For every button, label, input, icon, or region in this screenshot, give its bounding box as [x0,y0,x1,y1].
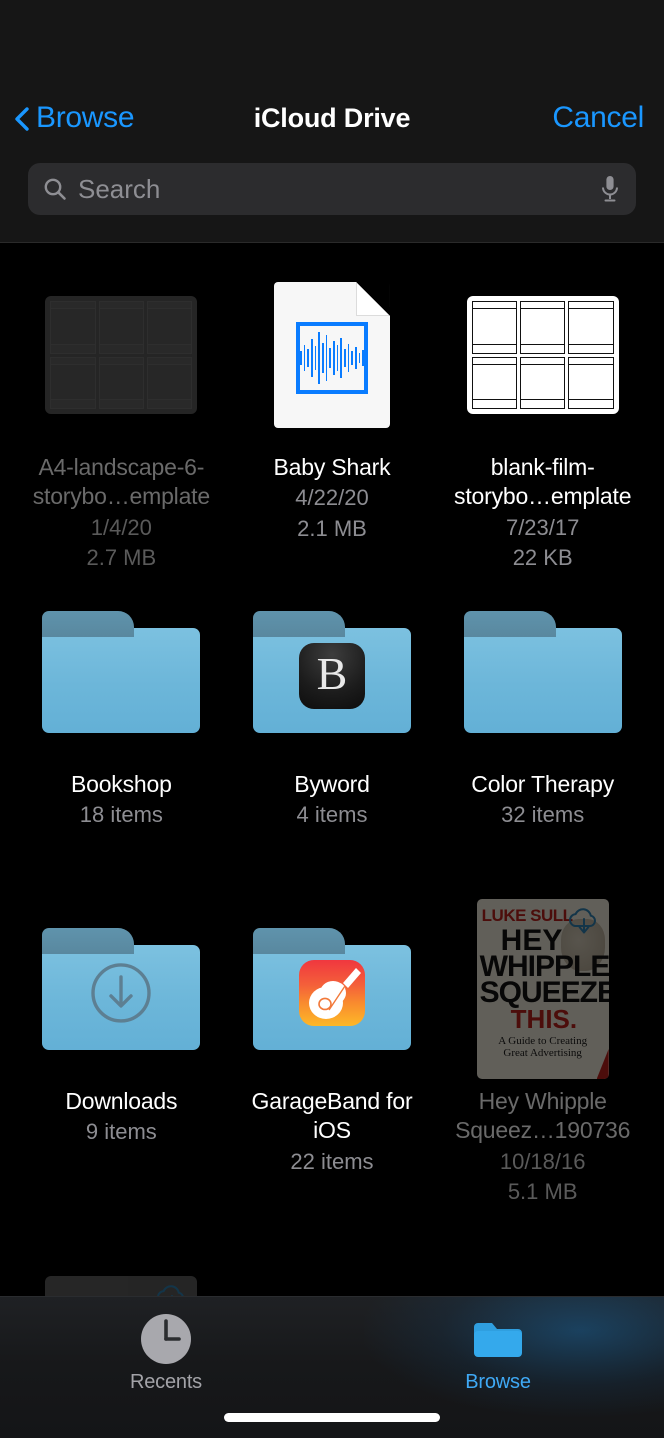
item-count: 18 items [79,802,163,828]
navigation-header: Browse iCloud Drive Cancel [0,0,664,243]
cancel-button[interactable]: Cancel [552,92,644,144]
item-name: Color Therapy [471,771,615,797]
item-name: blank-film-storybo…emplate [454,454,632,510]
grid-item-byword[interactable]: B Byword 4 items [227,578,438,895]
item-size: 22 KB [512,545,573,571]
grid-item-partial-3[interactable] [437,1212,648,1296]
icloud-download-icon [565,905,603,935]
files-app-screen: Browse iCloud Drive Cancel Search A4-lan… [0,0,664,1438]
grid-item-color-therapy[interactable]: Color Therapy 32 items [437,578,648,895]
item-date: 4/22/20 [295,485,369,511]
item-size: 5.1 MB [507,1179,578,1205]
thumbnail: B [244,584,420,760]
item-size: 2.7 MB [86,545,157,571]
folder-icon: B [252,611,411,733]
item-count: 9 items [85,1119,157,1145]
thumbnail [244,1218,420,1296]
thumbnail [33,1218,209,1296]
grid-item-blank-film-storyboard[interactable]: blank-film-storybo…emplate 7/23/17 22 KB [437,261,648,578]
book-subtitle-line1: A Guide to Creating [498,1035,588,1047]
thumbnail: LUKE SULL HEY WHIPPLE, SQUEEZE THIS. A G… [455,899,631,1079]
grid-item-partial-2[interactable] [227,1212,438,1296]
folder-icon [470,1311,526,1367]
item-name: A4-landscape-6-storybo…emplate [32,454,210,510]
thumbnail [33,584,209,760]
book-cover-icon: LUKE SULL HEY WHIPPLE, SQUEEZE THIS. A G… [476,899,609,1079]
item-date: 1/4/20 [90,514,152,540]
thumbnail [455,584,631,760]
book-subtitle-line2: Great Advertising [503,1047,582,1059]
item-count: 22 items [290,1148,374,1174]
tab-browse[interactable]: Browse [332,1297,664,1409]
item-size: 2.1 MB [297,515,367,541]
tab-label: Browse [465,1371,531,1393]
folder-icon [463,611,622,733]
book-title-line3: SQUEEZE [479,976,609,1009]
item-name: Hey Whipple Squeez…190736 [455,1088,631,1144]
home-indicator[interactable] [224,1413,440,1422]
grid-item-partial-1[interactable] [16,1212,227,1296]
search-input[interactable] [78,173,598,205]
icloud-download-icon [153,1282,191,1296]
document-storyboard-icon [466,296,619,414]
file-grid[interactable]: A4-landscape-6-storybo…emplate 1/4/20 2.… [0,243,664,1296]
byword-letter: B [316,647,348,699]
thumbnail [244,901,420,1077]
folder-icon [42,611,201,733]
tab-label: Recents [130,1371,202,1393]
item-name: Bookshop [70,771,172,797]
thumbnail [33,267,209,443]
document-icon [45,1276,198,1296]
item-name: Downloads [65,1088,178,1114]
thumbnail [33,901,209,1077]
thumbnail [455,1218,631,1296]
search-icon [42,176,68,202]
item-name: Byword [294,771,370,797]
byword-app-icon: B [298,642,365,709]
folder-icon [252,928,411,1050]
item-name: Baby Shark [273,454,391,480]
grid-item-bookshop[interactable]: Bookshop 18 items [16,578,227,895]
garageband-app-icon [298,959,365,1026]
search-bar[interactable] [28,163,636,215]
tab-recents[interactable]: Recents [0,1297,332,1409]
tab-bar: Recents Browse [0,1296,664,1438]
document-storyboard-icon [45,296,198,414]
folder-icon [42,928,201,1050]
thumbnail [455,267,631,443]
audio-waveform-file-icon [273,282,390,428]
grid-item-hey-whipple[interactable]: LUKE SULL HEY WHIPPLE, SQUEEZE THIS. A G… [437,895,648,1212]
waveform-icon [295,321,368,394]
navigation-bar: Browse iCloud Drive Cancel [0,92,664,144]
item-count: 32 items [501,802,585,828]
grid-item-garageband[interactable]: GarageBand for iOS 22 items [227,895,438,1212]
item-count: 4 items [296,802,368,828]
download-arrow-icon [88,960,154,1026]
item-name: GarageBand for iOS [251,1088,413,1144]
guitar-icon [308,967,361,1019]
grid-item-a4-landscape-storyboard[interactable]: A4-landscape-6-storybo…emplate 1/4/20 2.… [16,261,227,578]
item-date: 10/18/16 [499,1148,586,1174]
thumbnail [244,267,420,443]
clock-icon [138,1311,194,1367]
microphone-icon[interactable] [598,174,622,204]
item-date: 7/23/17 [505,514,580,540]
book-title-line4: THIS. [510,1004,578,1034]
grid-item-baby-shark[interactable]: Baby Shark 4/22/20 2.1 MB [227,261,438,578]
grid-item-downloads[interactable]: Downloads 9 items [16,895,227,1212]
